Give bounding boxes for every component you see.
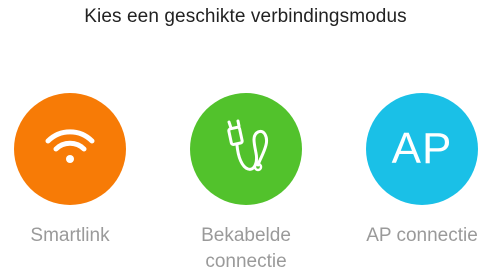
wired-connection-button[interactable] <box>190 93 302 205</box>
connection-mode-screen: Kies een geschikte verbindingsmodus Smar… <box>0 0 491 271</box>
wifi-icon <box>45 128 95 171</box>
ap-connection-button[interactable]: AP <box>366 93 478 205</box>
mode-ap[interactable]: AP AP connectie <box>347 93 491 249</box>
mode-smartlink[interactable]: Smartlink <box>0 93 145 249</box>
mode-wired[interactable]: Bekabelde connectie <box>171 93 321 271</box>
cable-icon <box>220 119 272 180</box>
wired-connection-label-line2: connectie <box>205 251 287 271</box>
ap-icon: AP <box>391 124 453 173</box>
page-title: Kies een geschikte verbindingsmodus <box>84 6 407 27</box>
ap-connection-label: AP connectie <box>366 225 478 246</box>
smartlink-button[interactable] <box>14 93 126 205</box>
wired-connection-label-line1: Bekabelde <box>201 225 291 246</box>
wired-connection-label: Bekabelde connectie <box>171 223 321 271</box>
smartlink-label: Smartlink <box>30 225 110 246</box>
